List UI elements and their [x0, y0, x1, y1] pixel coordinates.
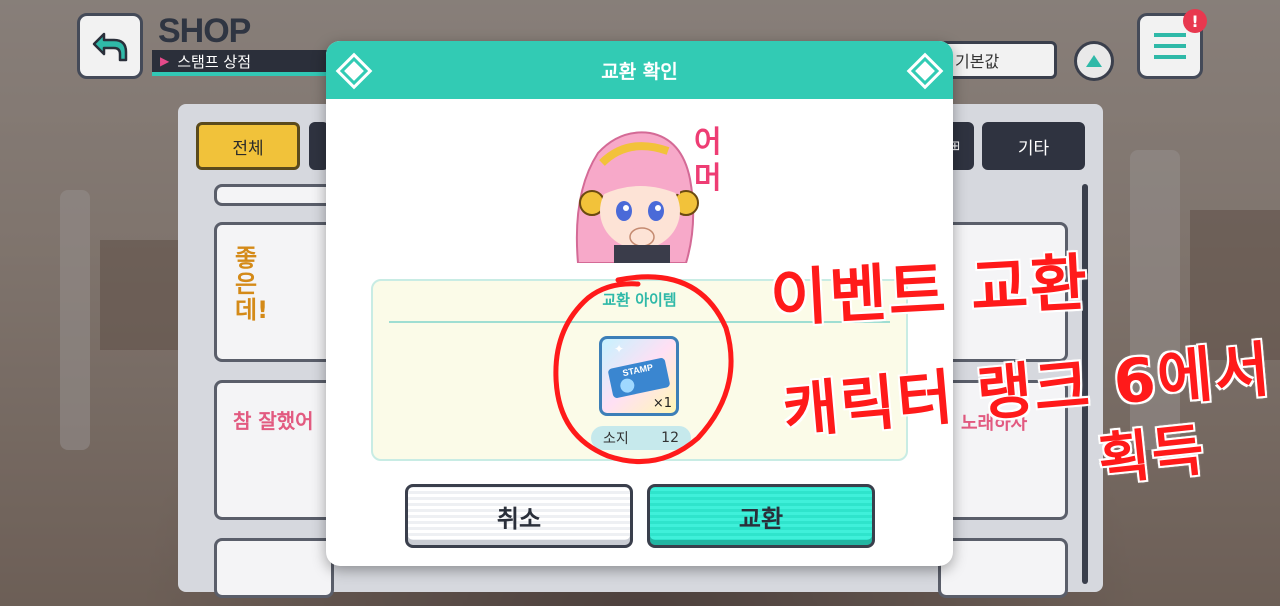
page-subtitle: ▶ 스탬프 상점 — [152, 50, 332, 76]
back-arrow-icon — [92, 32, 128, 62]
sort-order-button[interactable] — [1074, 41, 1114, 81]
sticker-text: 어머 — [694, 125, 722, 196]
tab-all[interactable]: 전체 — [196, 122, 300, 170]
annotation-line-1: 이벤트 교환 — [768, 245, 1091, 336]
exchange-label: 교환 — [738, 504, 784, 533]
hamburger-icon — [1154, 33, 1186, 59]
cancel-button[interactable]: 취소 — [405, 484, 633, 548]
page-title: SHOP — [158, 12, 251, 50]
sort-label: 기본값 — [955, 52, 1000, 71]
sort-dropdown[interactable]: 기본값 — [940, 41, 1057, 79]
exchange-button[interactable]: 교환 — [647, 484, 875, 548]
back-button[interactable] — [77, 13, 143, 79]
stamp-card[interactable]: 좋은데! — [214, 222, 334, 362]
sticker-text: 참 잘했어 — [233, 409, 314, 433]
tab-etc[interactable]: 기타 — [982, 122, 1085, 170]
dialog-title: 교환 확인 — [601, 60, 678, 83]
subtitle-text: 스탬프 상점 — [177, 52, 252, 71]
diamond-icon — [910, 56, 940, 86]
dialog-header: 교환 확인 — [326, 41, 953, 99]
stamp-card[interactable] — [214, 184, 334, 206]
red-circle-annotation — [553, 274, 734, 464]
triangle-icon: ▶ — [160, 54, 170, 68]
stamp-card[interactable] — [214, 538, 334, 598]
triangle-up-icon — [1086, 55, 1102, 67]
stamp-card[interactable] — [938, 538, 1068, 598]
notification-badge: ! — [1183, 9, 1207, 33]
sticker-text: 좋은데! — [235, 244, 269, 324]
diamond-icon — [339, 56, 369, 86]
stamp-card[interactable]: 참 잘했어 — [214, 380, 334, 520]
annotation-line-3: 획득 — [1095, 417, 1209, 494]
sticker-preview: 어머 — [558, 123, 728, 264]
cancel-label: 취소 — [496, 504, 542, 533]
